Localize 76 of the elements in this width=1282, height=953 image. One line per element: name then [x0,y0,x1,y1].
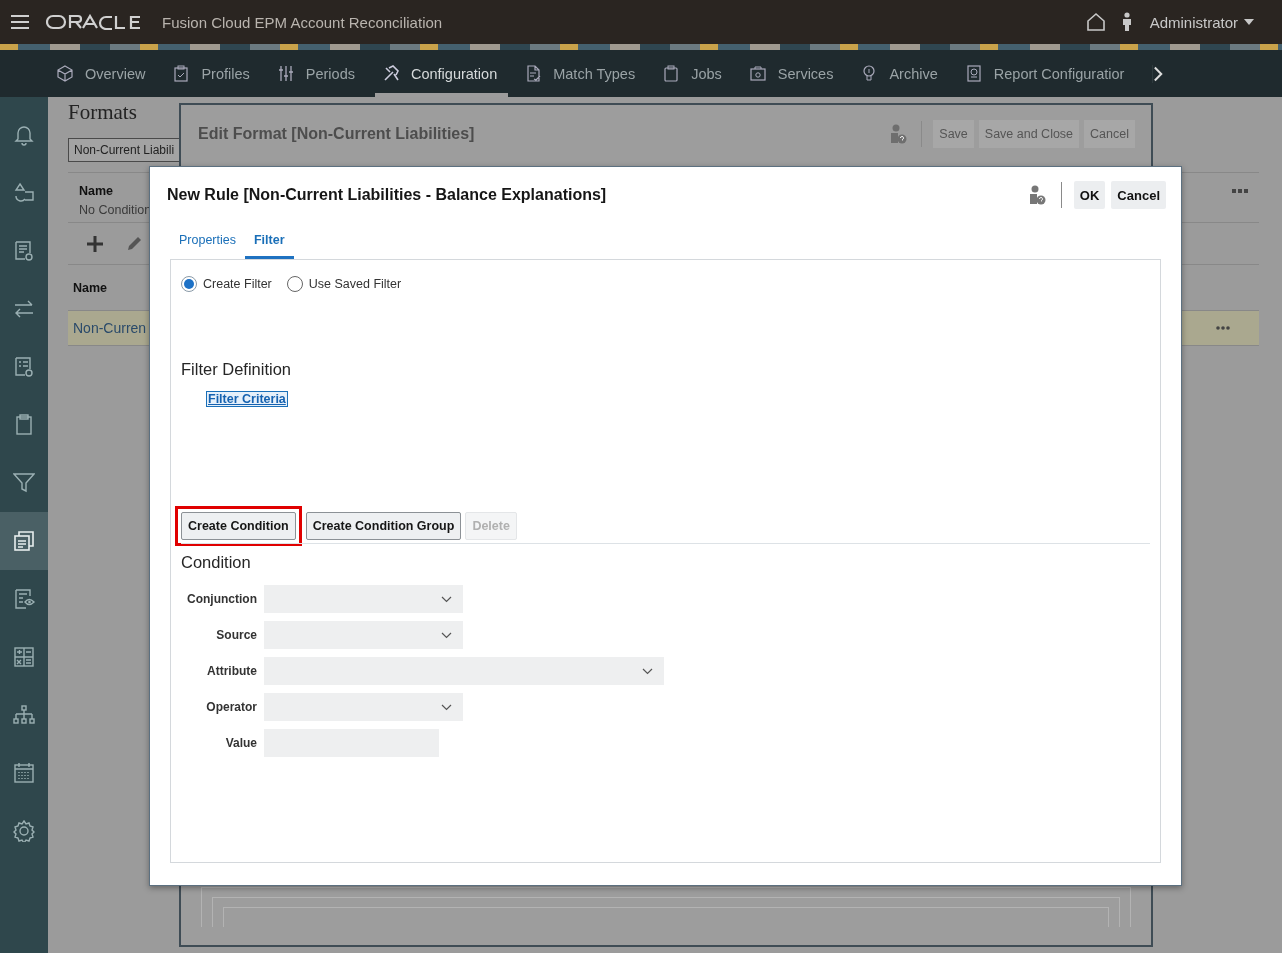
tab-icon [861,65,878,82]
filter-criteria-link[interactable]: Filter Criteria [206,391,288,407]
clipboard-icon [13,414,35,436]
nav-tab[interactable]: Services [749,50,845,97]
dialog-button[interactable]: Cancel [1111,181,1166,209]
dropdown-field[interactable] [264,585,463,613]
dialog-button[interactable]: Save [933,120,974,148]
menu-icon[interactable] [11,15,29,29]
dropdown-field[interactable] [264,693,463,721]
section-heading: Filter Definition [181,360,293,379]
tab-icon [525,65,542,82]
chevron-down-icon [642,667,653,675]
tab-icon [965,65,982,82]
chevron-down-icon [441,595,452,603]
nav-tab[interactable]: Match Types [525,50,647,97]
field-label: Conjunction [186,592,257,606]
home-icon[interactable] [1085,12,1106,32]
calculator-icon [13,646,35,668]
nav-tab[interactable]: Report Configuratior [965,50,1136,97]
page-title: Formats [68,100,137,126]
nav-tab[interactable]: Periods [277,50,366,97]
tab[interactable]: Filter [245,223,294,259]
chevron-down-icon [441,703,452,711]
column-header: Name [79,184,114,198]
tab-icon [749,65,766,82]
plus-icon[interactable] [87,235,103,252]
tab[interactable]: Properties [170,223,245,259]
section-heading: Condition [181,553,252,572]
bell-icon [13,124,35,146]
table-cell: No Condition [79,202,152,217]
dialog-button[interactable]: Cancel [1084,120,1135,148]
list-gear-icon [13,356,35,378]
nav-tab[interactable]: Profiles [173,50,261,97]
nav-tab[interactable]: Overview [57,50,157,97]
hierarchy-icon [13,704,35,726]
dialog-title: New Rule [Non-Current Liabilities - Balance Explanations] [167,186,607,204]
dropdown-field[interactable] [264,657,664,685]
chevron-down-icon [441,631,452,639]
field-label: Attribute [206,664,257,678]
more-icon[interactable] [1216,326,1230,330]
action-button[interactable]: Create Condition Group [305,512,462,540]
gear-icon [13,820,35,842]
tab-icon [57,65,73,82]
radio-label: Use Saved Filter [308,277,402,291]
field-label: Operator [205,700,257,714]
dialog-button[interactable]: OK [1073,181,1106,209]
swap-arrows-icon [13,298,35,320]
app-title: Fusion Cloud EPM Account Reconciliation [162,13,443,31]
more-icon[interactable] [1232,189,1248,193]
radio-label: Create Filter [203,277,272,291]
pencil-icon[interactable] [126,235,142,252]
dialog-button[interactable]: Save and Close [978,120,1080,148]
field-label: Source [215,628,257,642]
tab-icon [173,65,190,82]
nav-tab[interactable]: Archive [861,50,949,97]
dropdown-field[interactable] [264,621,463,649]
shapes-icon [13,182,35,204]
user-help-icon[interactable] [1028,185,1046,205]
calendar-icon [13,762,35,784]
tab-icon [663,65,680,82]
user-menu[interactable]: Administrator [1149,13,1254,31]
nav-tab[interactable]: Jobs [663,50,733,97]
user-help-icon[interactable] [890,124,908,144]
action-button[interactable]: Create Condition [181,512,296,540]
funnel-icon [13,472,35,494]
table-cell: Non-Curren [73,320,147,336]
documents-icon [13,530,35,552]
tab-icon [382,65,399,82]
sidebar-item[interactable] [0,512,48,570]
caret-down-icon [1244,19,1254,25]
document-gear-icon [13,240,35,262]
document-eye-icon [13,588,35,610]
field-label: Value [224,736,257,750]
column-header: Name [73,280,108,295]
chevron-right-icon[interactable] [1152,64,1165,83]
tab-icon [277,65,294,82]
